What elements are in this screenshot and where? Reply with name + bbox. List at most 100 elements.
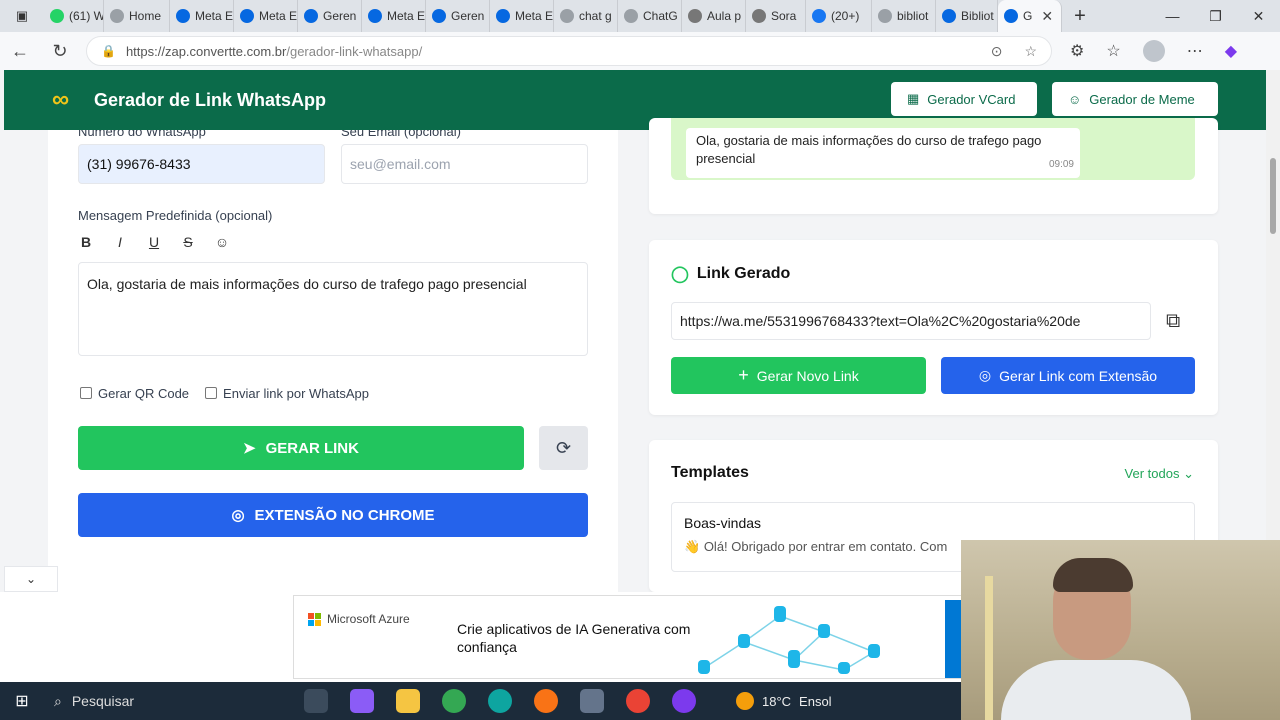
browser-tab[interactable]: G ✕ [998, 0, 1062, 32]
weather-widget[interactable]: 18°C Ensol [736, 692, 832, 710]
collapse-button[interactable]: ⌄ [4, 566, 58, 592]
emoji-icon[interactable]: ☺ [214, 234, 230, 250]
browser-tab[interactable]: Sora [746, 0, 806, 32]
minimize-icon[interactable]: — [1151, 8, 1194, 25]
new-link-button[interactable]: + Gerar Novo Link [671, 357, 926, 394]
tab-favicon-icon [688, 9, 702, 23]
more-icon[interactable]: ⋯ [1187, 41, 1203, 61]
bubble-text: Ola, gostaria de mais informações do cur… [696, 133, 1042, 166]
ad-text: Crie aplicativos de IA Generativa com co… [457, 621, 691, 655]
browser-tab[interactable]: ChatG [618, 0, 682, 32]
tab-actions-icon[interactable]: ▣ [0, 0, 44, 32]
url-field[interactable]: 🔒 https://zap.convertte.com.br/gerador-l… [86, 36, 1052, 66]
underline-icon[interactable]: U [146, 234, 162, 250]
vcard-button[interactable]: ▦ Gerador VCard [891, 82, 1037, 116]
calculator-icon[interactable] [580, 689, 604, 713]
send-whatsapp-checkbox[interactable]: Enviar link por WhatsApp [205, 386, 369, 401]
app-taskbar-icon[interactable] [672, 689, 696, 713]
generate-link-label: GERAR LINK [265, 439, 359, 457]
temperature: 18°C [762, 693, 792, 709]
windows-start-icon[interactable]: ⊞ [0, 691, 44, 711]
qr-checkbox[interactable]: Gerar QR Code [80, 386, 189, 401]
refresh-button[interactable]: ⟳ [539, 426, 588, 470]
generate-link-button[interactable]: ➤ GERAR LINK [78, 426, 524, 470]
favorite-star-icon[interactable]: ☆ [1024, 43, 1037, 60]
tab-label: Meta E [259, 9, 298, 23]
chrome-icon: ◎ [231, 507, 245, 524]
extensions-icon[interactable]: ⚙ [1070, 41, 1084, 61]
copy-icon[interactable]: ⧉ [1166, 310, 1180, 333]
bold-icon[interactable]: B [78, 234, 94, 250]
edge-taskbar-icon[interactable] [488, 689, 512, 713]
tab-label: bibliot [897, 9, 929, 23]
qr-checkbox-label: Gerar QR Code [98, 386, 190, 401]
browser-tab[interactable]: Aula p [682, 0, 746, 32]
form-panel: Número do WhatsApp Seu Email (opcional) … [48, 130, 618, 592]
link-title: Link Gerado [696, 265, 791, 282]
copilot-icon[interactable]: ◆ [1225, 41, 1237, 61]
profile-avatar[interactable] [1142, 40, 1165, 62]
template-text: Olá! Obrigado por entrar em contato. Com [703, 539, 948, 554]
browser-tab[interactable]: Home [104, 0, 170, 32]
firefox-taskbar-icon[interactable] [534, 689, 558, 713]
favorites-icon[interactable]: ☆ [1106, 41, 1120, 61]
browser-tab[interactable]: Meta E [490, 0, 554, 32]
strikethrough-icon[interactable]: S [180, 234, 196, 250]
scrollbar-thumb[interactable] [1270, 158, 1276, 234]
browser-tab[interactable]: Meta E [170, 0, 234, 32]
smile-icon: ☺ [1068, 91, 1082, 107]
email-input[interactable]: seu@email.com [341, 144, 588, 184]
browser-tab[interactable]: Geren [426, 0, 490, 32]
phone-input[interactable]: (31) 99676-8433 [78, 144, 325, 184]
address-bar: ← ↻ 🔒 https://zap.convertte.com.br/gerad… [0, 32, 1280, 70]
browser-tab[interactable]: bibliot [872, 0, 936, 32]
new-tab-button[interactable]: + [1062, 5, 1098, 28]
close-tab-icon[interactable]: ✕ [1041, 8, 1053, 25]
templates-title: Templates [671, 464, 749, 481]
azure-ad[interactable]: Microsoft Azure Crie aplicativos de IA G… [293, 595, 963, 679]
tab-label: chat g [579, 9, 612, 23]
close-window-icon[interactable]: ✕ [1237, 8, 1280, 25]
browser-tab[interactable]: (61) W [44, 0, 104, 32]
message-textarea[interactable]: Ola, gostaria de mais informações do cur… [78, 262, 588, 356]
tab-label: Home [129, 9, 162, 23]
chrome-extension-button[interactable]: ◎ EXTENSÃO NO CHROME [78, 493, 588, 537]
extension-link-button[interactable]: ◎ Gerar Link com Extensão [941, 357, 1195, 394]
browser-tab[interactable]: Meta E [234, 0, 298, 32]
browser-tab[interactable]: (20+) [806, 0, 872, 32]
browser-tab[interactable]: Bibliot [936, 0, 998, 32]
meme-button[interactable]: ☺ Gerador de Meme [1052, 82, 1218, 116]
browser-tab[interactable]: chat g [554, 0, 618, 32]
send-checkbox-label: Enviar link por WhatsApp [223, 386, 369, 401]
lock-icon: 🔒 [101, 44, 116, 58]
logo-icon: ∞ [52, 86, 70, 113]
tab-favicon-icon [368, 9, 382, 23]
generated-link-field[interactable]: https://wa.me/5531996768433?text=Ola%2C%… [671, 302, 1151, 340]
reload-icon[interactable]: ↻ [40, 41, 80, 62]
reader-icon[interactable]: ⊙ [991, 43, 1003, 60]
qr-icon: ▦ [907, 91, 920, 106]
ad-close-strip[interactable] [945, 600, 962, 678]
italic-icon[interactable]: I [112, 234, 128, 250]
tab-label: Aula p [707, 9, 742, 23]
task-view-icon[interactable] [304, 689, 328, 713]
chrome-taskbar-icon[interactable] [442, 689, 466, 713]
see-all-label: Ver todos [1124, 466, 1180, 481]
ad-brand: Microsoft Azure [327, 612, 410, 626]
browser-tab[interactable]: Meta E [362, 0, 426, 32]
browser-tab[interactable]: Geren [298, 0, 362, 32]
see-all-link[interactable]: Ver todos ⌄ [1125, 466, 1194, 482]
copilot-taskbar-icon[interactable] [350, 689, 374, 713]
bubble-time: 09:09 [1048, 159, 1074, 170]
maximize-icon[interactable]: ❐ [1194, 8, 1237, 25]
page-scrollbar[interactable] [1266, 70, 1280, 592]
weather-text: Ensol [799, 693, 832, 709]
template-title: Boas-vindas [684, 515, 762, 531]
tab-label: Meta E [195, 9, 234, 23]
browser-tab-strip: ▣ (61) W Home Meta E Meta E Geren Meta E Geren… [0, 0, 1280, 32]
taskbar-search[interactable]: ⌕ Pesquisar [44, 682, 234, 720]
file-explorer-icon[interactable] [396, 689, 420, 713]
chrome-profile-icon[interactable] [626, 689, 650, 713]
tab-label: Geren [451, 9, 485, 23]
back-icon[interactable]: ← [0, 41, 40, 62]
